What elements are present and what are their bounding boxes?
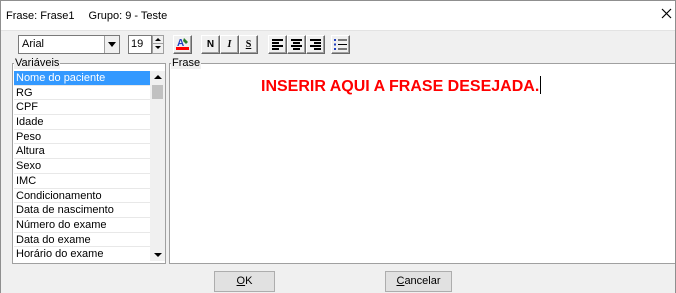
font-size-spinner[interactable] <box>152 35 164 54</box>
scroll-up-icon[interactable] <box>154 75 162 79</box>
bullet-list-button[interactable] <box>331 35 350 54</box>
bullet-list-icon <box>334 39 347 50</box>
phrase-editor-dialog: Frase: Frase1 Grupo: 9 - Teste Arial 19 … <box>0 0 676 293</box>
variables-scrollbar[interactable] <box>150 71 165 261</box>
list-item[interactable]: Horário do exame <box>14 247 150 261</box>
align-center-icon <box>291 39 302 50</box>
list-item[interactable]: Data do exame <box>14 233 150 248</box>
title-group: Grupo: 9 - Teste <box>88 10 168 22</box>
spin-down-icon[interactable] <box>153 44 163 52</box>
list-item[interactable]: RG <box>14 86 150 101</box>
scroll-thumb[interactable] <box>152 85 163 99</box>
list-item[interactable]: Condicionamento <box>14 189 150 204</box>
text-color-icon: A <box>176 38 189 50</box>
variables-label: Variáveis <box>14 57 61 69</box>
list-item[interactable]: Número do exame <box>14 218 150 233</box>
scroll-down-icon[interactable] <box>154 253 162 257</box>
list-item[interactable]: Idade <box>14 115 150 130</box>
ok-button[interactable]: OK <box>214 271 275 292</box>
align-right-icon <box>310 39 321 50</box>
align-left-button[interactable] <box>268 35 287 54</box>
underline-button[interactable]: S <box>239 35 258 54</box>
phrase-text: INSERIR AQUI A FRASE DESEJADA. <box>261 78 540 95</box>
font-family-value: Arial <box>22 38 45 50</box>
window-title: Frase: Frase1 Grupo: 9 - Teste <box>6 10 178 22</box>
list-item[interactable]: CPF <box>14 100 150 116</box>
title-phrase: Frase: Frase1 <box>6 10 75 22</box>
svg-text:A: A <box>177 38 184 49</box>
font-size-value: 19 <box>131 38 144 50</box>
cancel-button[interactable]: Cancelar <box>385 271 452 292</box>
list-item[interactable]: IMC <box>14 174 150 189</box>
list-item[interactable]: Sexo <box>14 159 150 174</box>
align-left-icon <box>272 39 283 50</box>
close-glyph-icon <box>661 8 671 19</box>
phrase-content[interactable]: INSERIR AQUI A FRASE DESEJADA. <box>261 76 542 96</box>
font-size-input[interactable]: 19 <box>128 35 152 54</box>
phrase-label: Frase <box>171 57 202 69</box>
list-item[interactable]: Peso <box>14 130 150 145</box>
title-bar: Frase: Frase1 Grupo: 9 - Teste <box>1 1 675 31</box>
list-item[interactable]: Altura <box>14 144 150 160</box>
align-center-button[interactable] <box>287 35 306 54</box>
dialog-footer: OK Cancelar <box>1 264 675 293</box>
spin-up-icon[interactable] <box>153 36 163 44</box>
list-item[interactable]: Data de nascimento <box>14 203 150 218</box>
font-family-select[interactable]: Arial <box>18 35 120 54</box>
text-caret <box>540 76 542 94</box>
list-item[interactable]: Nome do paciente <box>14 71 150 86</box>
variables-panel: Nome do paciente RG CPF Idade Peso Altura Sexo… <box>12 63 166 264</box>
formatting-toolbar: Arial 19 A N I S <box>1 31 675 59</box>
italic-button[interactable]: I <box>220 35 239 54</box>
text-color-button[interactable]: A <box>173 35 192 54</box>
phrase-editor[interactable]: INSERIR AQUI A FRASE DESEJADA. <box>169 63 675 264</box>
close-icon[interactable] <box>659 7 673 23</box>
variables-list[interactable]: Nome do paciente RG CPF Idade Peso Altura Sexo… <box>14 71 150 261</box>
align-right-button[interactable] <box>306 35 325 54</box>
bold-button[interactable]: N <box>201 35 220 54</box>
chevron-down-icon[interactable] <box>104 36 119 53</box>
